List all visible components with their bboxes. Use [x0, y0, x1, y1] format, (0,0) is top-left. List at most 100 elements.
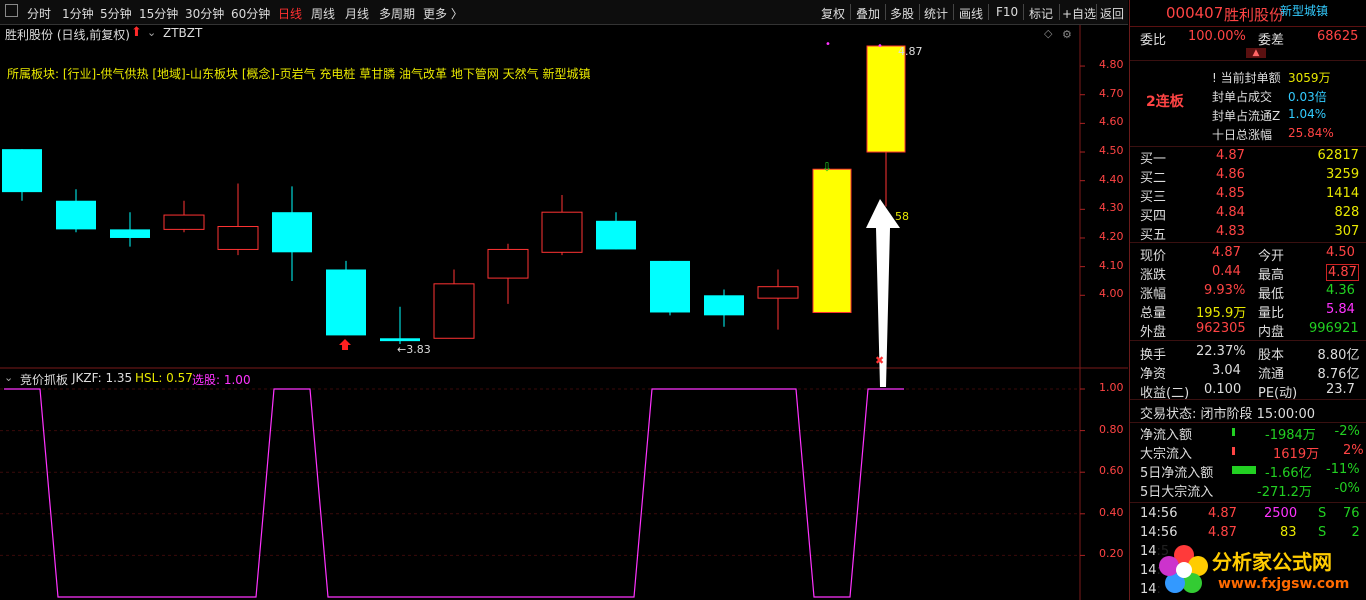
- dropdown-icon[interactable]: ⌄: [147, 26, 156, 39]
- fund-value: 23.7: [1326, 382, 1355, 397]
- flow-pct: 2%: [1343, 443, 1364, 458]
- stock-name: 胜利股份: [1224, 6, 1285, 24]
- indicator-hsl: HSL: 0.57: [135, 371, 193, 385]
- indicator-tick-label: 0.80: [1099, 422, 1124, 436]
- tick-row: 14:56 4.87 2500 S 76: [1130, 505, 1366, 524]
- tab-fenshi[interactable]: 分时: [27, 5, 51, 22]
- price-axis: 4.80 4.70 4.60 4.50 4.40 4.30 4.20 4.10 4.00: [1099, 25, 1127, 365]
- tick-count: 2: [1351, 525, 1360, 540]
- bid-price: 4.84: [1216, 205, 1245, 220]
- indicator-name[interactable]: ZTBZT: [163, 26, 202, 40]
- flow-row: 净流入额 -1984万 -2%: [1130, 423, 1366, 443]
- tab-monthly[interactable]: 月线: [345, 5, 369, 22]
- indicator-title[interactable]: 竞价抓板: [20, 371, 68, 388]
- candle: [163, 214, 205, 230]
- collapse-icon[interactable]: [5, 4, 18, 17]
- draw-button[interactable]: 画线: [959, 5, 983, 22]
- bid-label: 买三: [1140, 190, 1167, 205]
- tab-5min[interactable]: 5分钟: [100, 5, 132, 22]
- price-tick-label: 4.20: [1099, 229, 1124, 243]
- multi-stock-button[interactable]: 多股: [890, 5, 914, 22]
- tab-15min[interactable]: 15分钟: [139, 5, 178, 22]
- fund-label: 换手: [1140, 348, 1167, 363]
- bid-price: 4.83: [1216, 224, 1245, 239]
- bid-label: 买五: [1140, 228, 1167, 243]
- candle: [757, 286, 799, 299]
- stock-tag[interactable]: 新型城镇: [1280, 2, 1328, 19]
- flow-label: 5日净流入额: [1140, 466, 1214, 481]
- down-arrow-icon: ⇩: [822, 160, 832, 174]
- quote-value: 996921: [1309, 321, 1359, 336]
- tab-more[interactable]: 更多 〉: [423, 5, 463, 22]
- quote-row: 涨跌 0.44 最高 4.87: [1130, 263, 1366, 283]
- watermark-title: 分析家公式网: [1212, 550, 1332, 574]
- candle: [541, 211, 583, 253]
- price-tick-label: 4.10: [1099, 258, 1124, 272]
- quote-value: 4.87: [1326, 264, 1359, 281]
- seal-value: 3059万: [1288, 71, 1331, 85]
- stock-header: 000407 胜利股份 新型城镇: [1130, 0, 1366, 27]
- candle: [326, 269, 366, 336]
- high-price-label: 4.87: [898, 45, 923, 58]
- flow-value: -271.2万: [1257, 485, 1312, 500]
- fuquan-button[interactable]: 复权: [821, 5, 845, 22]
- flow-bar: [1232, 447, 1235, 455]
- quote-value: 5.84: [1326, 302, 1355, 317]
- collapse-arrow-icon[interactable]: ▲: [1246, 48, 1266, 58]
- seal-row: ! 当前封单额 3059万: [1130, 68, 1366, 87]
- mid-label: 58: [895, 210, 909, 223]
- candle: [56, 200, 96, 230]
- add-watchlist-button[interactable]: +自选: [1062, 5, 1096, 22]
- flow-row: 大宗流入 1619万 2%: [1130, 442, 1366, 462]
- quote-value: 0.44: [1212, 264, 1241, 279]
- kline-chart[interactable]: ⇩ • • ✖ ◇ ⚙: [0, 25, 1128, 600]
- flow-label: 5日大宗流入: [1140, 485, 1214, 500]
- bid-row: 买一 4.87 62817: [1130, 147, 1366, 167]
- tab-weekly[interactable]: 周线: [311, 5, 335, 22]
- seal-label: 十日总涨幅: [1212, 128, 1273, 142]
- sector-info: 所属板块: [行业]-供气供热 [地域]-山东板块 [概念]-页岩气 充电桩 草…: [7, 67, 591, 81]
- quote-label: 今开: [1258, 249, 1285, 264]
- seal-info: ! 当前封单额 3059万 封单占成交 0.03倍 封单占流通Z 1.04% 十日总涨幅 25…: [1130, 66, 1366, 146]
- seal-value: 1.04%: [1288, 107, 1327, 121]
- fund-row: 净资 3.04 流通 8.76亿: [1130, 362, 1366, 382]
- seal-label: ! 当前封单额: [1212, 71, 1281, 85]
- candle: [650, 260, 690, 313]
- back-button[interactable]: 返回: [1100, 5, 1124, 22]
- flow-pct: -0%: [1334, 481, 1360, 496]
- fund-label: 股本: [1258, 348, 1285, 363]
- indicator-dropdown-icon[interactable]: ⌄: [4, 371, 13, 384]
- mark-button[interactable]: 标记: [1029, 5, 1053, 22]
- flow-label: 大宗流入: [1140, 447, 1193, 462]
- bid-book: 买一 4.87 62817 买二 4.86 3259 买三 4.85 1414 买四 4.84 828…: [1130, 147, 1366, 243]
- quote-label: 总量: [1140, 306, 1167, 321]
- tick-price: 4.87: [1208, 525, 1237, 540]
- candle: [812, 168, 852, 313]
- fund-value: 8.76亿: [1317, 367, 1360, 382]
- quote-label: 涨幅: [1140, 287, 1167, 302]
- price-tick-label: 4.70: [1099, 86, 1124, 100]
- kline-chart-area: ⇩ • • ✖ ◇ ⚙ 胜利股份 (日线,前复权) ⬆ ⌄ ZTBZT 所属板块: [行业…: [0, 25, 1128, 600]
- tab-30min[interactable]: 30分钟: [185, 5, 224, 22]
- buy-marker-stem: [342, 344, 348, 350]
- tick-count: 76: [1343, 506, 1360, 521]
- low-price-label: ←3.83: [397, 343, 431, 356]
- bid-price: 4.87: [1216, 148, 1245, 163]
- stats-button[interactable]: 统计: [924, 5, 948, 22]
- indicator-tick-label: 0.40: [1099, 505, 1124, 519]
- tick-volume: 83: [1280, 525, 1297, 540]
- tab-multi-period[interactable]: 多周期: [379, 5, 415, 22]
- tab-60min[interactable]: 60分钟: [231, 5, 270, 22]
- seal-label: 封单占流通Z: [1212, 109, 1281, 123]
- quote-row: 现价 4.87 今开 4.50: [1130, 244, 1366, 264]
- f10-button[interactable]: F10: [996, 5, 1018, 19]
- overlay-button[interactable]: 叠加: [856, 5, 880, 22]
- seal-row: 封单占流通Z 1.04%: [1130, 106, 1366, 125]
- quote-row: 总量 195.9万 量比 5.84: [1130, 301, 1366, 321]
- tab-daily[interactable]: 日线: [278, 5, 302, 22]
- bid-label: 买四: [1140, 209, 1167, 224]
- tab-1min[interactable]: 1分钟: [62, 5, 94, 22]
- flow-pct: -11%: [1326, 462, 1360, 477]
- indicator-axis: 1.00 0.80 0.60 0.40 0.20: [1099, 368, 1127, 600]
- quote-label: 最低: [1258, 287, 1285, 302]
